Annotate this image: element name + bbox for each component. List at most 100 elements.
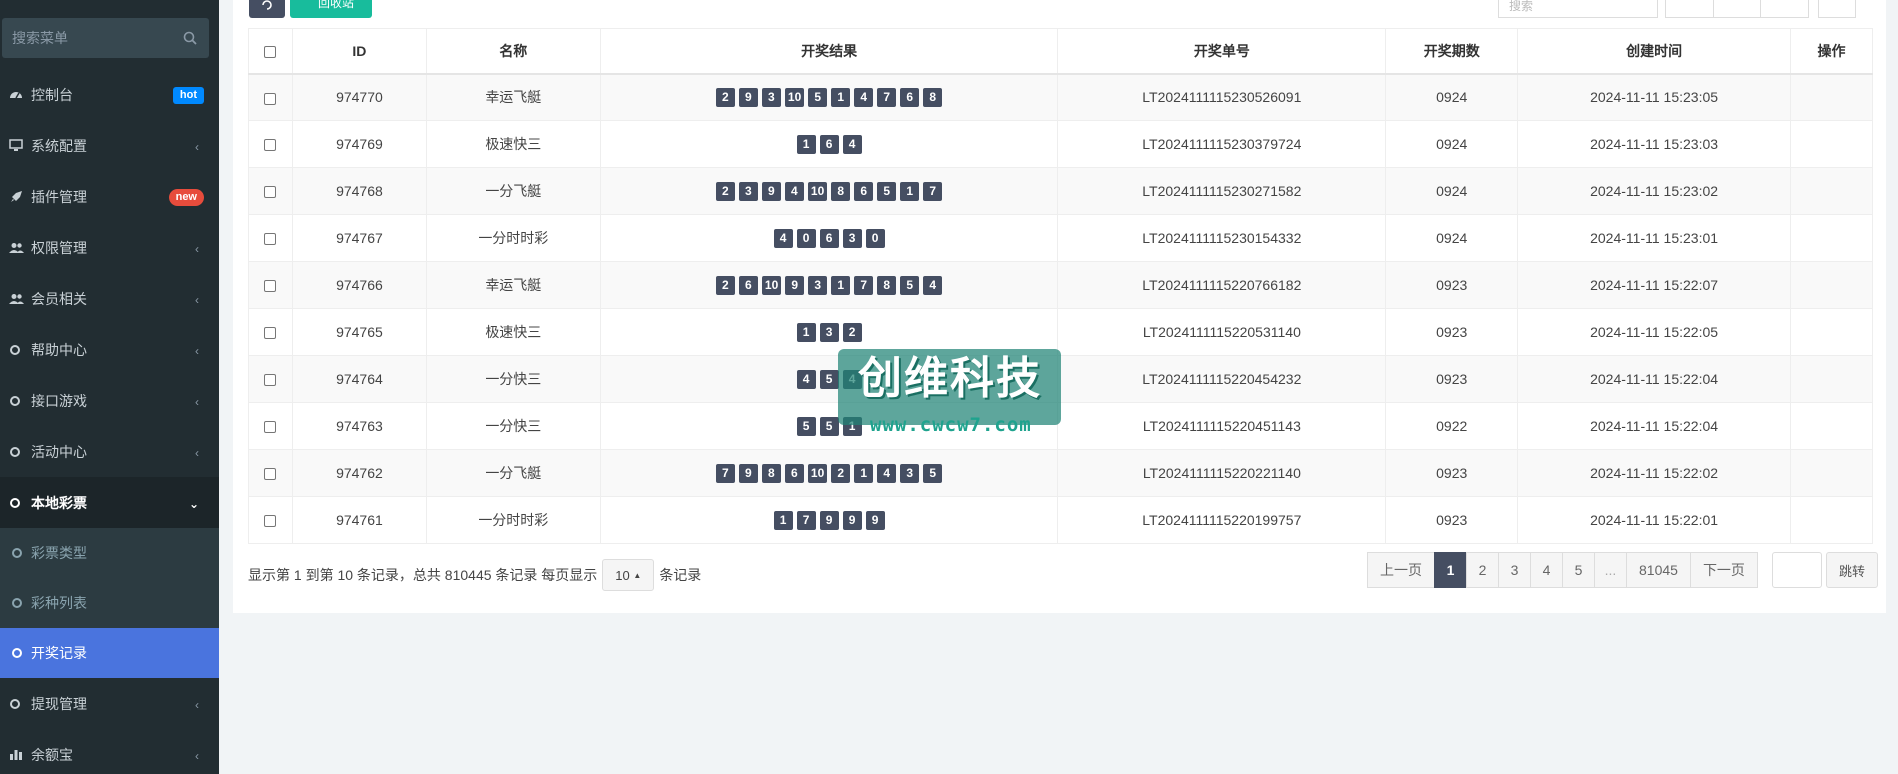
result-ball: 4 <box>842 134 862 154</box>
row-checkbox[interactable] <box>264 374 277 387</box>
cell-result: 2 3 9 4 10 8 6 5 1 7 <box>599 167 1059 215</box>
menu-search-input[interactable] <box>2 18 172 58</box>
sidebar-item-api-games[interactable]: 接口游戏 ‹ <box>0 375 219 426</box>
result-ball: 6 <box>784 463 804 483</box>
row-checkbox[interactable] <box>264 515 277 528</box>
table-row[interactable]: 974764 一分快三 4 5 4 LT2024111115220454232 0923 20… <box>248 355 1874 403</box>
page-button[interactable]: 5 <box>1562 552 1595 588</box>
column-header[interactable]: 开奖单号 <box>1057 28 1387 75</box>
bar-chart-icon <box>8 747 24 763</box>
common-search-button[interactable] <box>1818 0 1856 18</box>
sidebar-item-members[interactable]: 会员相关 ‹ <box>0 273 219 324</box>
sidebar-item-permissions[interactable]: 权限管理 ‹ <box>0 222 219 273</box>
row-checkbox[interactable] <box>264 280 277 293</box>
table-search-input[interactable] <box>1499 0 1657 16</box>
sidebar-item-local-lottery[interactable]: 本地彩票 ⌄ <box>0 477 219 528</box>
recycle-label: 回收站 <box>318 0 355 10</box>
page-button[interactable]: 2 <box>1466 552 1499 588</box>
result-ball: 6 <box>819 228 839 248</box>
result-ball: 1 <box>831 275 851 295</box>
content-panel: 回收站 ID 名称 开奖结果 开奖单号 开奖期数 创建时间 操作 974770幸… <box>233 0 1886 613</box>
pagination-info: 显示第 1 到第 10 条记录，总共 810445 条记录 每页显示 10 ▲ … <box>248 558 701 592</box>
cell-period: 0923 <box>1385 449 1519 497</box>
jump-page-input[interactable] <box>1772 552 1822 588</box>
result-ball: 10 <box>807 181 828 201</box>
export-button[interactable] <box>1760 0 1808 17</box>
sidebar-item-label: 插件管理 <box>31 188 87 205</box>
result-ball: 8 <box>877 275 897 295</box>
result-ball: 7 <box>877 87 897 107</box>
result-ball: 5 <box>796 416 816 436</box>
sidebar-item-withdrawals[interactable]: 提现管理 ‹ <box>0 678 219 729</box>
row-select-cell <box>248 496 293 544</box>
columns-button[interactable] <box>1712 0 1761 17</box>
row-select-cell <box>248 167 293 215</box>
cell-id: 974770 <box>291 73 427 121</box>
prev-page-button[interactable]: 上一页 <box>1367 552 1435 588</box>
search-icon[interactable] <box>183 31 197 45</box>
column-header[interactable]: 开奖期数 <box>1385 28 1519 75</box>
page-size-select[interactable]: 10 ▲ <box>602 559 655 591</box>
chevron-down-icon: ⌄ <box>188 497 199 511</box>
page-button[interactable]: 4 <box>1530 552 1563 588</box>
column-header[interactable]: 名称 <box>425 28 601 75</box>
cell-result: 551 <box>599 402 1059 450</box>
hot-badge: hot <box>172 87 204 104</box>
row-checkbox[interactable] <box>264 139 277 152</box>
row-checkbox[interactable] <box>264 92 277 105</box>
result-ball: 2 <box>842 322 862 342</box>
pagination: 上一页 1 2 3 4 5 ... 81045 下一页 <box>1367 552 1758 588</box>
cell-id: 974766 <box>291 261 427 309</box>
table-row[interactable]: 974768 一分飞艇 2 3 9 4 10 8 6 5 1 7 LT20241111152302715… <box>248 167 1874 215</box>
sidebar-item-plugins[interactable]: 插件管理 new <box>0 171 219 222</box>
table-row[interactable]: 974769 极速快三 1 6 4 LT2024111115230379724 0924 20… <box>248 120 1874 168</box>
row-checkbox[interactable] <box>264 233 277 246</box>
result-ball: 9 <box>738 463 758 483</box>
page-button[interactable]: 1 <box>1434 552 1467 588</box>
sidebar-item-system-config[interactable]: 系统配置 ‹ <box>0 120 219 171</box>
jump-button[interactable]: 跳转 <box>1826 552 1878 588</box>
row-checkbox[interactable] <box>264 186 277 199</box>
submenu-item-draw-records[interactable]: 开奖记录 <box>0 628 219 678</box>
cell-actions <box>1789 214 1874 262</box>
cell-actions <box>1789 73 1874 121</box>
column-header[interactable]: ID <box>291 28 427 75</box>
row-select-cell <box>248 449 293 497</box>
sidebar-item-dashboard[interactable]: 控制台 hot <box>0 69 219 120</box>
submenu-item-label: 彩种列表 <box>31 595 87 611</box>
table-row[interactable]: 974770 幸运飞艇 2 9 3 10 5 1 4 7 6 8 LT20241111152305260… <box>248 73 1874 121</box>
row-checkbox[interactable] <box>264 421 277 434</box>
result-ball: 5 <box>819 369 839 389</box>
row-checkbox[interactable] <box>264 327 277 340</box>
result-ball: 10 <box>784 87 805 107</box>
page-button[interactable]: 3 <box>1498 552 1531 588</box>
column-header[interactable]: 开奖结果 <box>599 28 1059 75</box>
table-row[interactable]: 974762 一分飞艇 7 9 8 6 10 2 1 4 3 5 LT20241111152202211… <box>248 449 1874 497</box>
last-page-button[interactable]: 81045 <box>1626 552 1691 588</box>
sidebar-item-help[interactable]: 帮助中心 ‹ <box>0 324 219 375</box>
submenu-item-lottery-list[interactable]: 彩种列表 <box>0 578 219 628</box>
sidebar-item-yuebao[interactable]: 余额宝 ‹ <box>0 729 219 774</box>
recycle-bin-button[interactable]: 回收站 <box>290 0 372 18</box>
next-page-button[interactable]: 下一页 <box>1689 552 1758 588</box>
submenu-item-lottery-types[interactable]: 彩票类型 <box>0 528 219 578</box>
cell-period: 0924 <box>1385 73 1519 121</box>
select-all-checkbox[interactable] <box>264 46 277 59</box>
table-row[interactable]: 974767 一分时时彩 4 0 6 3 0 LT2024111115230154332 092… <box>248 214 1874 262</box>
cell-created-time: 2024-11-11 15:23:01 <box>1517 214 1791 262</box>
table-row[interactable]: 974761 一分时时彩 1 7 9 9 9 LT2024111115220199757 092… <box>248 496 1874 544</box>
cell-actions <box>1789 308 1874 356</box>
cell-actions <box>1789 261 1874 309</box>
draw-records-table: ID 名称 开奖结果 开奖单号 开奖期数 创建时间 操作 974770 幸运飞艇 2… <box>248 28 1874 544</box>
refresh-button[interactable] <box>249 0 285 18</box>
column-header[interactable]: 创建时间 <box>1517 28 1791 75</box>
result-ball: 6 <box>819 134 839 154</box>
table-row[interactable]: 974763 一分快三 5 5 1 LT2024111115220451143 0922 20… <box>248 402 1874 450</box>
circle-icon <box>12 548 22 558</box>
row-select-cell <box>248 73 293 121</box>
row-checkbox[interactable] <box>264 468 277 481</box>
table-row[interactable]: 974765 极速快三 1 3 2 LT2024111115220531140 0923 20… <box>248 308 1874 356</box>
table-row[interactable]: 974766 幸运飞艇 2 6 10 9 3 1 7 8 5 4 LT20241111152207661… <box>248 261 1874 309</box>
toggle-view-button[interactable] <box>1666 0 1713 17</box>
sidebar-item-activities[interactable]: 活动中心 ‹ <box>0 426 219 477</box>
